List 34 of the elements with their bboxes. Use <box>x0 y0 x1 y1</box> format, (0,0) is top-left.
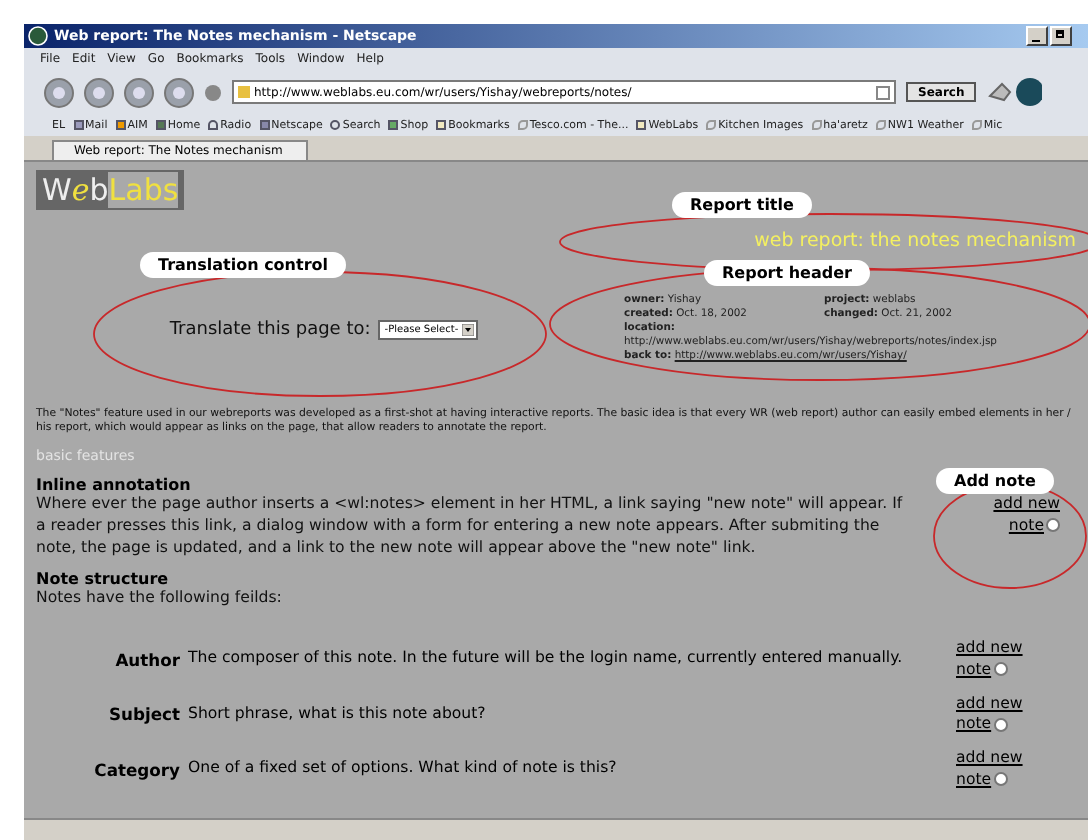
nav-button-icon[interactable] <box>164 77 194 107</box>
callout-label: Report header <box>704 260 870 286</box>
dropdown-arrow-icon[interactable] <box>462 324 475 336</box>
nav-button-icon[interactable] <box>124 77 154 107</box>
bookmark-icon <box>73 120 84 130</box>
field-name: Subject <box>106 704 180 725</box>
field-name: Author <box>113 649 180 670</box>
note-structure-heading: Note structure <box>36 570 169 589</box>
bookmark-icon <box>436 120 447 130</box>
bookmark-icon <box>115 120 126 130</box>
weblabs-logo: WebLabs <box>36 170 185 210</box>
translate-label: Translate this page to: <box>169 320 371 340</box>
bookmark-icon <box>330 120 341 130</box>
field-name: Category <box>92 759 180 780</box>
bookmark-icon <box>706 120 717 130</box>
minimize-button[interactable] <box>1026 26 1048 46</box>
bookmark-icon <box>155 120 166 130</box>
small-circle-icon[interactable] <box>204 83 222 101</box>
bookmark-icon <box>517 120 528 130</box>
nav-button-icon[interactable] <box>84 77 114 107</box>
bookmark-icon <box>875 120 886 130</box>
maximize-button[interactable] <box>1050 26 1072 46</box>
bookmark-icon <box>259 120 270 130</box>
report-title: web report: the notes mechanism <box>752 230 1076 252</box>
bookmark-icon <box>971 120 982 130</box>
bookmark-icon <box>811 120 822 130</box>
callout-label: Report title <box>672 192 812 218</box>
bookmark-icon <box>208 120 219 130</box>
inline-annotation-heading: Inline annotation <box>36 476 191 495</box>
nav-button-icon[interactable] <box>44 77 74 107</box>
callout-label: Translation control <box>140 252 347 278</box>
bookmark-icon <box>636 120 647 130</box>
bookmark-icon <box>388 120 399 130</box>
callout-label: Add note <box>936 468 1054 494</box>
